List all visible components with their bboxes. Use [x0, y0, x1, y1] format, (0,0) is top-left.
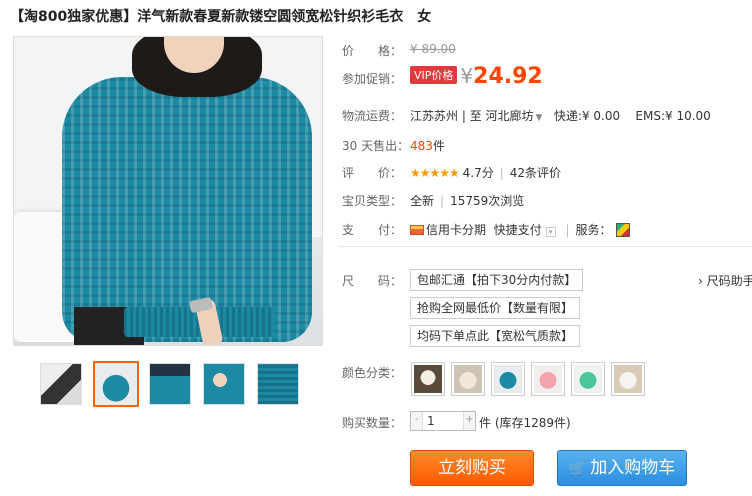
- thumbnail-5[interactable]: [257, 363, 299, 405]
- image-sweater: [62, 77, 312, 342]
- color-option-6[interactable]: [611, 362, 645, 396]
- rating-sep: |: [499, 166, 504, 180]
- promo-price: 24.92: [473, 64, 543, 89]
- thumbnail-1[interactable]: [40, 363, 82, 405]
- price-row: 价 格： ¥ 89.00: [342, 42, 456, 59]
- color-option-5[interactable]: [571, 362, 605, 396]
- quantity-label: 购买数量：: [342, 416, 403, 430]
- item-type-label: 宝贝类型：: [342, 194, 403, 208]
- rating-row: 评 价： ★★★★★ 4.7分 | 42条评价: [342, 164, 561, 181]
- size-help-text: 尺码助手: [706, 274, 752, 288]
- promo-row: 参加促销： VIP价格 ¥24.92: [342, 64, 543, 94]
- color-option-1[interactable]: [411, 362, 445, 396]
- express-value: ¥ 0.00: [581, 109, 621, 123]
- sales-count: 483: [410, 139, 433, 153]
- original-price: ¥ 89.00: [410, 42, 456, 56]
- credit-card-icon: [410, 225, 424, 235]
- color-option-2[interactable]: [451, 362, 485, 396]
- quantity-plus[interactable]: +: [463, 412, 475, 430]
- quantity-row: 购买数量：: [342, 414, 402, 431]
- size-label: 尺 码：: [342, 274, 403, 288]
- vip-badge: VIP价格: [410, 66, 458, 84]
- express-label: 快递:: [553, 109, 582, 123]
- chevron-right-icon: ›: [698, 274, 703, 288]
- rating-score: 4.7分: [462, 166, 494, 180]
- thumbnail-2[interactable]: [93, 361, 139, 407]
- promo-label: 参加促销：: [342, 72, 403, 86]
- ship-to-select[interactable]: 河北廊坊 ▼: [486, 109, 543, 123]
- thumbnail-strip: [40, 361, 300, 409]
- quantity-minus[interactable]: -: [411, 412, 423, 430]
- shopping-cart-icon: 🛒: [568, 461, 587, 477]
- product-title: 【淘800独家优惠】洋气新款春夏新款镂空圆领宽松针织衫毛衣 女: [10, 6, 431, 26]
- payment-label: 支 付：: [342, 223, 403, 237]
- credit-installment[interactable]: 信用卡分期: [410, 223, 486, 237]
- size-option-3[interactable]: 均码下单点此【宽松气质款】: [410, 325, 581, 347]
- service-icon[interactable]: [615, 223, 630, 237]
- size-row: 尺 码：: [342, 272, 402, 289]
- item-type-row: 宝贝类型： 全新 | 15759次浏览: [342, 192, 524, 209]
- ems-label: EMS:: [635, 109, 666, 123]
- color-option-4[interactable]: [531, 362, 565, 396]
- chevron-down-icon: ▼: [535, 113, 543, 123]
- chevron-down-icon: ▾: [545, 227, 556, 237]
- divider-line: [338, 246, 752, 247]
- promo-tag: 【淘800独家优惠】: [10, 9, 138, 25]
- item-condition: 全新: [410, 194, 435, 208]
- quick-pay[interactable]: 快捷支付 ▾: [494, 223, 556, 237]
- stock-text: 件 (库存1289件): [479, 416, 571, 430]
- quantity-input[interactable]: [424, 412, 463, 430]
- view-count: 15759次浏览: [450, 194, 525, 208]
- service-label: 服务：: [575, 223, 612, 237]
- ems-value: ¥ 10.00: [665, 109, 711, 123]
- title-text: 洋气新款春夏新款镂空圆领宽松针织衫毛衣 女: [137, 9, 432, 25]
- shipping-row: 物流运费： 江苏苏州 | 至 河北廊坊 ▼ 快递:¥ 0.00 EMS:¥ 10.…: [342, 107, 711, 124]
- review-count[interactable]: 42条评价: [510, 166, 561, 180]
- size-option-2[interactable]: 抢购全网最低价【数量有限】: [410, 297, 581, 319]
- size-option-1[interactable]: 包邮汇通【拍下30分内付款】: [410, 269, 584, 291]
- currency-symbol: ¥: [460, 64, 474, 88]
- price-label: 价 格：: [342, 44, 403, 58]
- star-icon: ★★★★★: [410, 166, 460, 180]
- ship-from: 江苏苏州: [410, 109, 459, 123]
- shipping-label: 物流运费：: [342, 109, 403, 123]
- color-row: 颜色分类：: [342, 364, 402, 381]
- ship-to: 河北廊坊: [485, 109, 534, 123]
- sales-unit: 件: [432, 139, 445, 153]
- sales-label: 30 天售出：: [342, 139, 410, 153]
- add-to-cart-button[interactable]: 🛒 加入购物车: [557, 450, 687, 486]
- main-product-image[interactable]: [13, 36, 323, 346]
- quantity-stepper[interactable]: - +: [410, 411, 476, 431]
- item-sep: |: [440, 194, 445, 208]
- sales-row: 30 天售出： 483件: [342, 137, 445, 154]
- color-label: 颜色分类：: [342, 366, 403, 380]
- color-option-3[interactable]: [491, 362, 525, 396]
- buy-now-button[interactable]: 立刻购买: [410, 450, 534, 486]
- thumbnail-4[interactable]: [203, 363, 245, 405]
- thumbnail-3[interactable]: [149, 363, 191, 405]
- size-helper-link[interactable]: › 尺码助手: [698, 272, 752, 289]
- quick-pay-text: 快捷支付: [493, 223, 542, 237]
- payment-row: 支 付： 信用卡分期 快捷支付 ▾ | 服务：: [342, 221, 630, 238]
- rating-label: 评 价：: [342, 166, 403, 180]
- ship-to-sep: | 至: [461, 109, 482, 123]
- credit-text: 信用卡分期: [426, 223, 487, 237]
- add-to-cart-label: 加入购物车: [590, 458, 676, 478]
